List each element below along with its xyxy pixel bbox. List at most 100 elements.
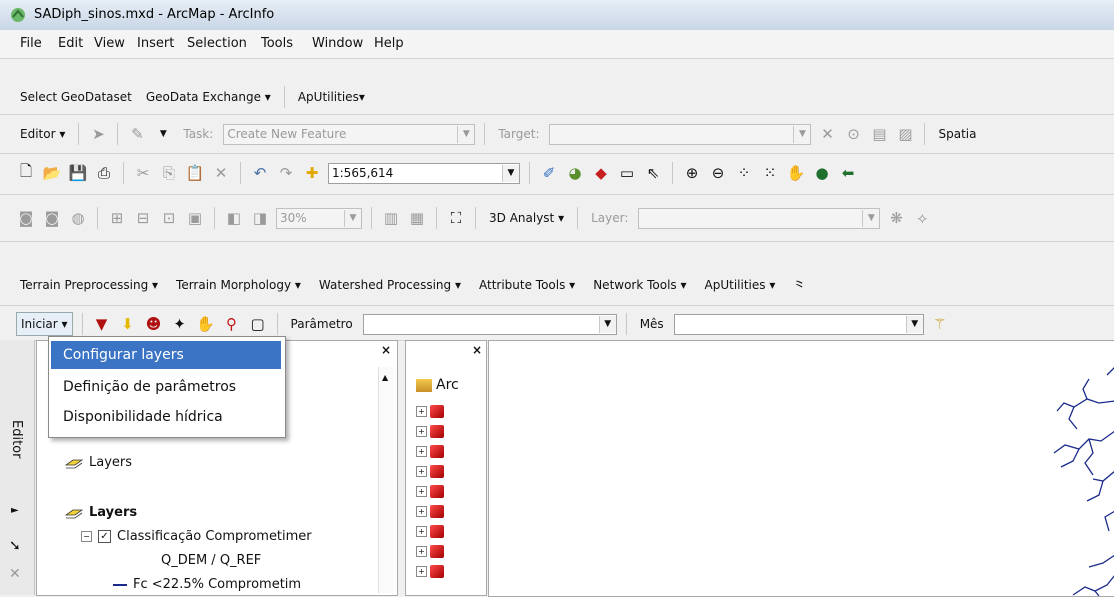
arctoolbox-icon[interactable]: ◕ [565,163,585,183]
menu-item-definicao-parametros[interactable]: Definição de parâmetros [51,373,281,401]
rotate-icon[interactable]: ⊙ [843,124,863,144]
fixed-zoom-in-icon[interactable]: ⁘ [734,163,754,183]
catalog-item[interactable]: + [416,443,486,459]
expand-icon[interactable]: + [416,465,427,477]
person-icon[interactable]: ☻ [144,314,164,334]
menu-view[interactable]: View [94,36,125,51]
collapse-icon[interactable]: − [81,531,92,542]
toc-scrollbar[interactable]: ▲ [378,367,393,593]
spatial-adjustment-menu[interactable]: Spatia [934,123,980,145]
network-tools-menu[interactable]: Network Tools ▾ [589,274,690,296]
undo-icon[interactable]: ↶ [250,163,270,183]
toolbox-icon[interactable]: ◆ [591,163,611,183]
flow-path-icon[interactable]: ⺀ [789,275,809,295]
target-select[interactable]: ▼ [549,123,812,145]
split-icon[interactable]: ✕ [817,124,837,144]
menu-help[interactable]: Help [374,36,404,51]
toc-class-layer[interactable]: − ✓ Classificação Comprometimer [81,529,312,544]
toc-layers-item-1[interactable]: Layers [65,455,132,470]
sketch-pencil-icon[interactable]: ✎ [127,124,147,144]
aputilities-hydro-menu[interactable]: ApUtilities ▾ [701,274,780,296]
geodata-exchange-menu[interactable]: GeoData Exchange ▾ [142,86,275,108]
select-tool-icon[interactable]: ➘ [9,538,21,554]
catalog-item[interactable]: + [416,503,486,519]
expand-icon[interactable]: + [416,565,427,577]
tab-arrow-icon[interactable]: ► [11,505,19,516]
catalog-item[interactable]: + [416,543,486,559]
contour-icon[interactable]: ❋ [886,208,906,228]
wand-icon[interactable]: ⚚ [930,314,950,334]
sketch-properties-icon[interactable]: ▨ [895,124,915,144]
edit-arrow-icon[interactable]: ➤ [88,124,108,144]
steepest-path-icon[interactable]: ⟡ [912,208,932,228]
terrain-morphology-menu[interactable]: Terrain Morphology ▾ [172,274,305,296]
layout-full-icon[interactable]: ⊡ [159,208,179,228]
print-icon[interactable]: ⎙ [94,163,114,183]
map-scale-select[interactable]: 1:565,614 ▼ [328,162,520,184]
editor-toolbar-icon[interactable]: ✐ [539,163,559,183]
layout-back-icon[interactable]: ◧ [224,208,244,228]
map-display[interactable] [488,340,1114,597]
attribute-tools-menu[interactable]: Attribute Tools ▾ [475,274,579,296]
save-icon[interactable]: 💾 [68,163,88,183]
clear-tool-icon[interactable]: ✕ [9,566,21,582]
add-data-icon[interactable]: ✚ [302,163,322,183]
expand-icon[interactable]: + [416,525,427,537]
toc-close-icon[interactable]: × [381,343,391,357]
expand-icon[interactable]: + [416,485,427,497]
toggle-draft-icon[interactable]: ▥ [381,208,401,228]
clipboard-icon[interactable]: ▢ [248,314,268,334]
triangle-down-icon[interactable]: ▼ [92,314,112,334]
layout-zoom-out-icon[interactable]: ⊟ [133,208,153,228]
watershed-processing-menu[interactable]: Watershed Processing ▾ [315,274,465,296]
copy-icon[interactable]: ⎘ [159,163,179,183]
attributes-icon[interactable]: ▤ [869,124,889,144]
zoom-in-icon[interactable]: ⊕ [682,163,702,183]
catalog-item[interactable]: + [416,423,486,439]
interactive-icon-3[interactable]: ◍ [68,208,88,228]
editor-tab-label[interactable]: Editor [9,420,24,458]
interactive-icon-1[interactable]: ◙ [16,208,36,228]
3d-analyst-menu[interactable]: 3D Analyst ▾ [485,207,568,229]
select-geodataset-button[interactable]: Select GeoDataset [16,86,136,108]
layout-zoom-in-icon[interactable]: ⊞ [107,208,127,228]
layout-zoom-select[interactable]: 30% ▼ [276,207,362,229]
catalog-close-icon[interactable]: × [472,343,482,357]
menu-item-disponibilidade-hidrica[interactable]: Disponibilidade hídrica [51,403,281,431]
menu-file[interactable]: File [20,36,42,51]
cut-icon[interactable]: ✂ [133,163,153,183]
new-document-icon[interactable]: 🗋 [16,162,36,183]
aputilities-menu[interactable]: ApUtilities ▾ [294,86,369,108]
expand-icon[interactable]: + [416,505,427,517]
hand-icon[interactable]: ✋ [196,314,216,334]
expand-icon[interactable]: + [416,445,427,457]
focus-frame-icon[interactable]: ▦ [407,208,427,228]
3d-tool-icon[interactable]: ⛶ [446,208,466,228]
catalog-item[interactable]: + [416,523,486,539]
layout-forward-icon[interactable]: ◨ [250,208,270,228]
layer-visibility-checkbox[interactable]: ✓ [98,530,111,543]
catalog-item[interactable]: + [416,483,486,499]
parametro-select[interactable]: ▼ [362,313,617,335]
menu-selection[interactable]: Selection [187,36,247,51]
pin-icon[interactable]: ⚲ [222,314,242,334]
fixed-zoom-out-icon[interactable]: ⁙ [760,163,780,183]
menu-window[interactable]: Window [312,36,363,51]
yellow-arrow-down-icon[interactable]: ⬇ [118,314,138,334]
pan-hand-icon[interactable]: ✋ [786,163,806,183]
task-select[interactable]: Create New Feature ▼ [223,123,476,145]
zoom-out-icon[interactable]: ⊖ [708,163,728,183]
layout-100-icon[interactable]: ▣ [185,208,205,228]
mes-select[interactable]: ▼ [673,313,924,335]
whats-this-icon[interactable]: ⇖ [643,163,663,183]
open-folder-icon[interactable]: 📂 [42,163,62,183]
back-extent-icon[interactable]: ⬅ [838,163,858,183]
menu-insert[interactable]: Insert [137,36,174,51]
flashlight-icon[interactable]: ✦ [170,314,190,334]
catalog-item[interactable]: + [416,463,486,479]
full-extent-globe-icon[interactable]: ● [812,163,832,183]
catalog-root[interactable]: Arc [416,377,459,393]
catalog-item[interactable]: + [416,403,486,419]
menu-item-configurar-layers[interactable]: Configurar layers [51,341,281,369]
paste-icon[interactable]: 📋 [185,163,205,183]
